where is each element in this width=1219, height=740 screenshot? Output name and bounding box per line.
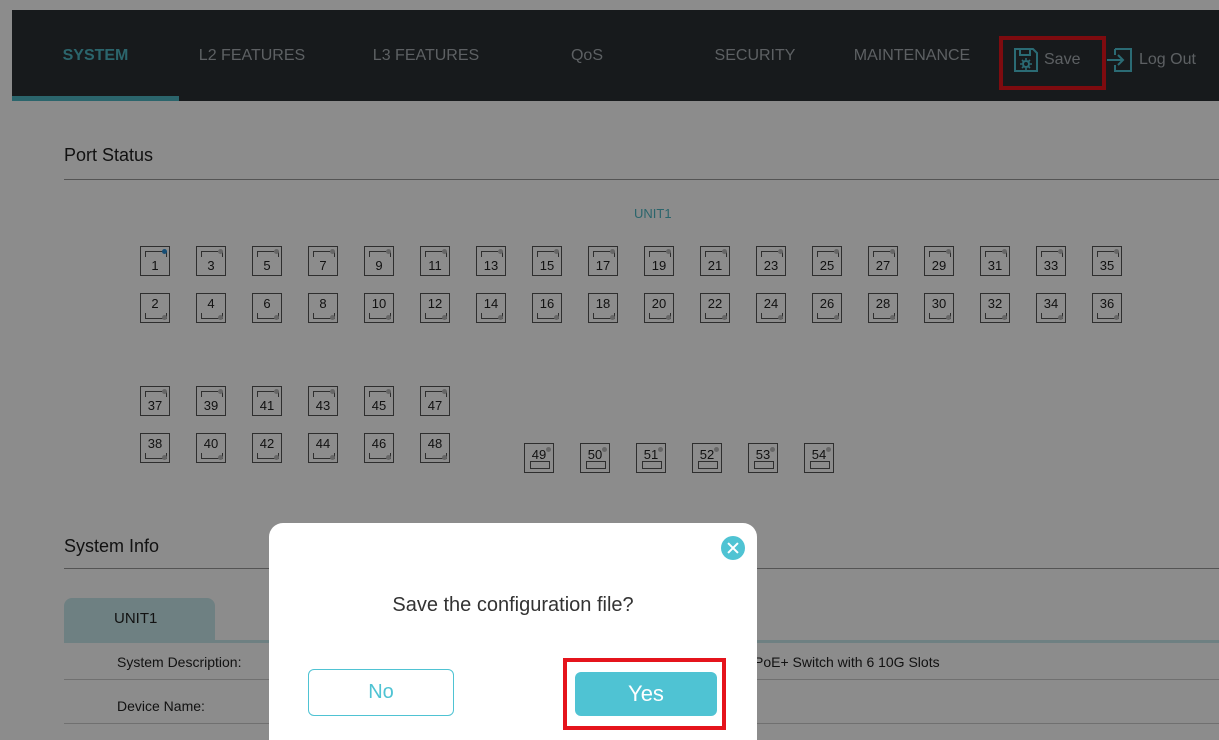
yes-highlight-box xyxy=(563,658,726,730)
save-confirm-dialog: Save the configuration file? No Yes xyxy=(269,523,757,740)
no-button[interactable]: No xyxy=(308,669,454,716)
close-icon[interactable] xyxy=(721,536,745,560)
dialog-message: Save the configuration file? xyxy=(392,594,634,616)
